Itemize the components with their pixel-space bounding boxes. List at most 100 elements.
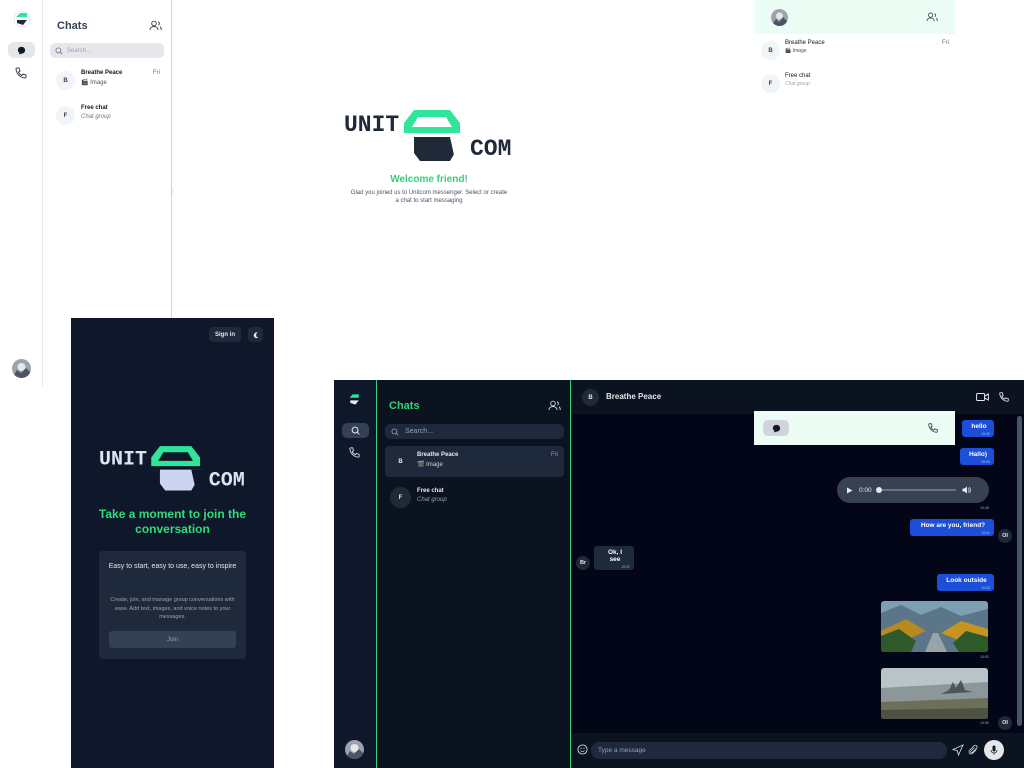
- search-input[interactable]: Search...: [50, 43, 164, 58]
- audio-progress-slider[interactable]: [875, 487, 956, 493]
- message-text: Ok, I see: [607, 549, 623, 563]
- chat-date: Fri: [942, 40, 949, 46]
- calls-nav-button[interactable]: [348, 446, 361, 459]
- volume-icon[interactable]: [962, 486, 971, 494]
- search-icon: [55, 47, 63, 55]
- phone-icon: [349, 447, 360, 458]
- chat-list-item[interactable]: B Breathe Peace 🎬 Image Fri: [754, 36, 955, 66]
- resize-handle[interactable]: ⋮: [170, 188, 176, 196]
- image-timestamp: 15:55: [980, 721, 989, 725]
- phone-icon: [928, 423, 938, 433]
- chat-name: Free chat: [81, 105, 108, 111]
- theme-toggle-button[interactable]: [248, 327, 263, 342]
- image-message[interactable]: [881, 601, 988, 652]
- new-group-icon[interactable]: [548, 399, 561, 412]
- join-button[interactable]: Join: [109, 631, 236, 648]
- welcome-text: Glad you joined us to Unitcom messenger.…: [350, 190, 508, 205]
- voice-record-button[interactable]: [984, 740, 1004, 760]
- unitcom-logo: UNIT COM: [97, 440, 249, 494]
- sender-avatar: OI: [998, 529, 1012, 543]
- search-nav-button[interactable]: [342, 423, 369, 438]
- audio-time: 0:00: [859, 486, 872, 494]
- card-description: Create, join, and manage group conversat…: [110, 597, 235, 621]
- nav-rail: [0, 0, 43, 386]
- chat-preview: Chat group: [81, 114, 111, 120]
- chat-list-item-selected[interactable]: B Breathe Peace 🎬 Image Fri: [385, 446, 564, 477]
- chat-preview: 🎬 Image: [417, 462, 443, 468]
- svg-text:UNIT: UNIT: [99, 448, 147, 471]
- chats-nav-button[interactable]: [8, 42, 35, 58]
- message-time: 15:53: [981, 586, 990, 590]
- unitcom-logo: UNIT COM: [342, 103, 516, 165]
- chat-list-item[interactable]: F Free chat Chat group: [385, 482, 564, 513]
- chats-nav-button[interactable]: [763, 420, 789, 436]
- calls-nav-button[interactable]: [14, 66, 28, 80]
- emoji-icon[interactable]: [577, 744, 588, 755]
- user-avatar[interactable]: [345, 740, 364, 759]
- attach-icon[interactable]: [968, 744, 979, 756]
- svg-text:COM: COM: [209, 469, 245, 492]
- contact-name[interactable]: Breathe Peace: [606, 392, 661, 401]
- join-heading: Take a moment to join the conversation: [98, 507, 247, 536]
- sign-in-button[interactable]: Sign in: [209, 327, 241, 342]
- phone-call-icon[interactable]: [998, 391, 1010, 403]
- image-timestamp: 15:53: [980, 655, 989, 659]
- moon-icon: [253, 331, 258, 338]
- welcome-heading: Welcome friend!: [390, 174, 468, 185]
- dark-mobile-join-panel: Sign in UNIT COM Take a moment to join t…: [71, 318, 274, 768]
- message-time: 15:51: [981, 531, 990, 535]
- new-group-icon[interactable]: [149, 19, 162, 32]
- mobile-header: [754, 0, 955, 34]
- chat-preview: 🎬 Image: [81, 80, 107, 86]
- search-icon: [391, 428, 399, 436]
- chat-avatar: B: [390, 451, 411, 472]
- light-mobile-nav-strip: [754, 411, 955, 445]
- message-bubble: Hallo) 15:50: [960, 448, 994, 465]
- message-time: 15:50: [981, 432, 990, 436]
- contact-avatar[interactable]: B: [582, 389, 599, 406]
- send-icon[interactable]: [952, 744, 964, 756]
- chat-date: Fri: [551, 452, 558, 458]
- svg-text:COM: COM: [470, 136, 511, 162]
- audio-timestamp: 15:48: [980, 506, 989, 510]
- info-card: Easy to start, easy to use, easy to insp…: [99, 551, 246, 659]
- image-message[interactable]: [881, 668, 988, 719]
- card-title: Easy to start, easy to use, easy to insp…: [108, 563, 237, 570]
- message-bubble: Look outside 15:53: [937, 574, 994, 591]
- play-icon[interactable]: [846, 487, 853, 494]
- chat-avatar: B: [761, 41, 780, 60]
- chat-list-item[interactable]: B Breathe Peace 🎬 Image Fri: [50, 68, 164, 94]
- scrollbar-thumb[interactable]: [1017, 416, 1022, 726]
- light-mobile-panel: B Breathe Peace 🎬 Image Fri F Free chat …: [754, 0, 955, 100]
- chat-list-item[interactable]: F Free chat Chat group: [50, 103, 164, 129]
- chat-preview: Chat group: [417, 497, 447, 503]
- message-time: 15:50: [981, 460, 990, 464]
- chat-date: Fri: [153, 70, 160, 76]
- message-composer: Type a message: [571, 733, 1024, 768]
- chat-name: Free chat: [417, 488, 444, 494]
- user-avatar[interactable]: [771, 9, 788, 26]
- new-group-icon[interactable]: [926, 11, 938, 23]
- app-logo-icon[interactable]: [346, 391, 363, 408]
- message-time: 15:52: [621, 565, 630, 569]
- chat-preview: 🎬 Image: [785, 48, 807, 54]
- user-avatar[interactable]: [12, 359, 31, 378]
- chat-list-item[interactable]: F Free chat Chat group: [754, 69, 955, 99]
- app-logo-icon[interactable]: [12, 9, 32, 29]
- chat-name: Breathe Peace: [81, 70, 123, 76]
- message-text: Look outside: [946, 577, 987, 584]
- chat-sidebar: Chats Search... B Breathe Peace 🎬 Image …: [377, 380, 571, 768]
- audio-progress-knob[interactable]: [875, 487, 882, 493]
- svg-text:UNIT: UNIT: [344, 112, 399, 138]
- nav-rail: [334, 380, 377, 768]
- search-icon: [351, 426, 360, 435]
- message-input[interactable]: Type a message: [591, 742, 947, 759]
- calls-nav-button[interactable]: [927, 422, 939, 434]
- video-call-icon[interactable]: [976, 391, 989, 403]
- sidebar-title: Chats: [389, 400, 420, 412]
- welcome-screen: UNIT COM Welcome friend! Glad you joined…: [342, 103, 516, 206]
- chat-avatar: F: [390, 487, 411, 508]
- search-input[interactable]: Search...: [385, 424, 564, 439]
- message-bubble: Ok, I see 15:52: [594, 546, 634, 570]
- chat-bubble-icon: [17, 46, 26, 55]
